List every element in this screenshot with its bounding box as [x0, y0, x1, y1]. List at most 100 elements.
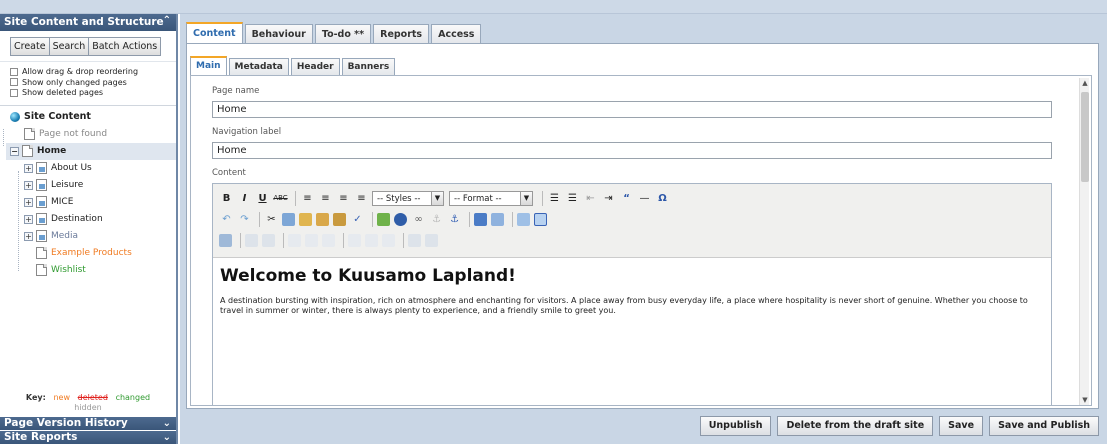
merge-cells-icon[interactable] — [425, 234, 438, 247]
delete-draft-button[interactable]: Delete from the draft site — [777, 416, 934, 436]
tab-access[interactable]: Access — [431, 24, 482, 43]
checkbox[interactable] — [10, 67, 18, 76]
numbered-list-icon[interactable]: ☰ — [565, 191, 580, 206]
italic-icon[interactable]: I — [237, 191, 252, 206]
expand-down-icon[interactable]: ⌄ — [163, 417, 171, 430]
fullscreen-icon[interactable] — [534, 213, 547, 226]
tab-header[interactable]: Header — [290, 58, 340, 75]
scroll-up-icon[interactable]: ▲ — [1080, 78, 1090, 88]
vertical-scrollbar[interactable]: ▲ ▼ — [1079, 78, 1089, 405]
tree-item-wishlist[interactable]: Wishlist — [10, 262, 176, 279]
page-name-input[interactable]: Home — [212, 101, 1052, 118]
align-left-icon[interactable]: ≡ — [300, 191, 315, 206]
collapse-icon[interactable]: − — [10, 146, 19, 156]
tree-item-home[interactable]: − Home — [6, 142, 176, 160]
tree-item-mice[interactable]: + MICE — [10, 194, 176, 211]
tree-item-about-us[interactable]: + About Us — [10, 160, 176, 177]
tab-content[interactable]: Content — [186, 22, 243, 43]
tree-item-page-not-found[interactable]: Page not found — [10, 126, 176, 143]
save-publish-button[interactable]: Save and Publish — [989, 416, 1099, 436]
special-char-icon[interactable]: Ω — [655, 191, 670, 206]
blockquote-icon[interactable]: “ — [619, 191, 634, 206]
table-icon[interactable] — [245, 234, 258, 247]
unpublish-button[interactable]: Unpublish — [699, 416, 772, 436]
anchor-icon[interactable]: ⚓ — [447, 212, 462, 227]
undo-icon[interactable]: ↶ — [219, 212, 234, 227]
create-button[interactable]: Create — [11, 38, 50, 55]
tab-reports[interactable]: Reports — [373, 24, 430, 43]
content-label: Content — [212, 168, 246, 178]
bullet-list-icon[interactable]: ☰ — [547, 191, 562, 206]
horizontal-rule-icon[interactable]: — — [637, 191, 652, 206]
paste-icon[interactable] — [299, 213, 312, 226]
expand-icon[interactable]: + — [24, 163, 33, 173]
expand-down-icon[interactable]: ⌄ — [163, 431, 171, 444]
rich-text-editor[interactable]: B I U ABC ≡ ≡ ≡ ≡ -- Styles -- ▼ -- Forma… — [212, 183, 1052, 405]
delete-row-icon[interactable] — [322, 234, 335, 247]
spellcheck-icon[interactable]: ✓ — [350, 212, 365, 227]
option-drag-drop[interactable]: Allow drag & drop reordering — [10, 67, 168, 77]
checkbox[interactable] — [10, 88, 18, 97]
align-center-icon[interactable]: ≡ — [318, 191, 333, 206]
copy-icon[interactable] — [282, 213, 295, 226]
tab-todo[interactable]: To-do ** — [314, 24, 372, 43]
tab-main[interactable]: Main — [190, 56, 227, 75]
redo-icon[interactable]: ↷ — [237, 212, 252, 227]
save-button[interactable]: Save — [939, 416, 984, 436]
tab-metadata[interactable]: Metadata — [228, 58, 289, 75]
row-after-icon[interactable] — [305, 234, 318, 247]
table-edit-icon[interactable] — [219, 234, 232, 247]
editor-content[interactable]: Welcome to Kuusamo Lapland! A destinatio… — [213, 258, 1051, 324]
delete-col-icon[interactable] — [382, 234, 395, 247]
cut-icon[interactable]: ✂ — [264, 212, 279, 227]
find-icon[interactable] — [517, 213, 530, 226]
scroll-thumb[interactable] — [1081, 92, 1089, 182]
align-justify-icon[interactable]: ≡ — [354, 191, 369, 206]
align-right-icon[interactable]: ≡ — [336, 191, 351, 206]
format-select[interactable]: -- Format -- ▼ — [449, 191, 533, 206]
expand-icon[interactable]: + — [24, 180, 33, 190]
image-icon[interactable] — [377, 213, 390, 226]
tab-behaviour[interactable]: Behaviour — [244, 24, 313, 43]
html-source-icon[interactable] — [474, 213, 487, 226]
code-icon[interactable] — [491, 213, 504, 226]
checkbox[interactable] — [10, 78, 18, 87]
expand-icon[interactable]: + — [24, 214, 33, 224]
flash-icon[interactable] — [394, 213, 407, 226]
paste-word-icon[interactable] — [333, 213, 346, 226]
styles-select[interactable]: -- Styles -- ▼ — [372, 191, 444, 206]
search-button[interactable]: Search — [49, 38, 90, 55]
outdent-icon[interactable]: ⇤ — [583, 191, 598, 206]
col-before-icon[interactable] — [348, 234, 361, 247]
collapse-up-icon[interactable]: ⌃ — [163, 15, 171, 26]
tree-item-media[interactable]: + Media — [10, 228, 176, 245]
option-changed-only[interactable]: Show only changed pages — [10, 78, 168, 88]
tree-item-destination[interactable]: + Destination — [10, 211, 176, 228]
scroll-down-icon[interactable]: ▼ — [1080, 395, 1090, 405]
batch-actions-button[interactable]: Batch Actions — [89, 38, 161, 55]
bold-icon[interactable]: B — [219, 191, 234, 206]
link-icon[interactable]: ∞ — [411, 212, 426, 227]
nav-label-input[interactable]: Home — [212, 142, 1052, 159]
split-cells-icon[interactable] — [408, 234, 421, 247]
unlink-icon[interactable]: ⚓ — [429, 212, 444, 227]
sidebar-header[interactable]: Site Content and Structure ⌃ — [0, 14, 176, 31]
strikethrough-icon[interactable]: ABC — [273, 191, 288, 206]
site-reports-panel[interactable]: Site Reports ⌄ — [0, 431, 176, 444]
chevron-down-icon[interactable]: ▼ — [520, 192, 532, 205]
option-show-deleted[interactable]: Show deleted pages — [10, 88, 168, 98]
underline-icon[interactable]: U — [255, 191, 270, 206]
table-props-icon[interactable] — [262, 234, 275, 247]
indent-icon[interactable]: ⇥ — [601, 191, 616, 206]
tree-item-leisure[interactable]: + Leisure — [10, 177, 176, 194]
chevron-down-icon[interactable]: ▼ — [431, 192, 443, 205]
col-after-icon[interactable] — [365, 234, 378, 247]
expand-icon[interactable]: + — [24, 231, 33, 241]
paste-text-icon[interactable] — [316, 213, 329, 226]
expand-icon[interactable]: + — [24, 197, 33, 207]
tree-item-example-products[interactable]: Example Products — [10, 245, 176, 262]
tab-banners[interactable]: Banners — [341, 58, 396, 75]
row-before-icon[interactable] — [288, 234, 301, 247]
tree-root[interactable]: Site Content — [10, 110, 176, 124]
page-version-history-panel[interactable]: Page Version History ⌄ — [0, 417, 176, 430]
